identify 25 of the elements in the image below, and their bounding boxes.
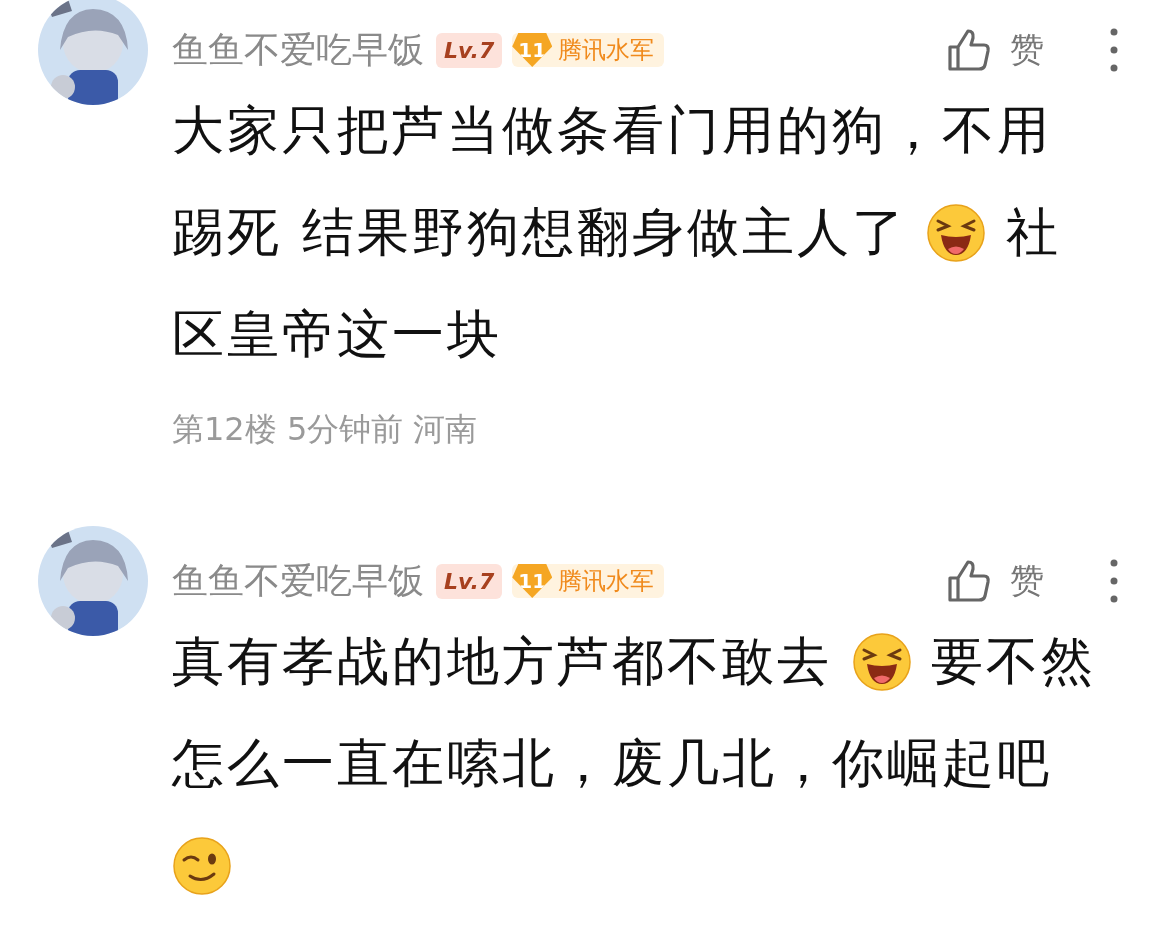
rank-number: 11 (512, 564, 553, 598)
comment-text: 社 (1004, 201, 1061, 264)
user-name[interactable]: 鱼鱼不爱吃早饭 (172, 25, 424, 75)
comment-text: 怎么一直在嗦北，废几北，你崛起吧 (172, 732, 1052, 795)
rank-number: 11 (512, 33, 553, 67)
user-name[interactable]: 鱼鱼不爱吃早饭 (172, 556, 424, 606)
winking-emoji-icon (172, 836, 232, 896)
thumbs-up-icon[interactable] (946, 558, 992, 604)
comment-text: 踢死 结果野狗想翻身做主人了 (172, 201, 908, 264)
thumbs-up-icon[interactable] (946, 27, 992, 73)
comment-text: 大家只把芦当做条看门用的狗，不用 (172, 99, 1052, 162)
like-label[interactable]: 赞 (1010, 558, 1044, 604)
more-icon[interactable] (1110, 28, 1118, 72)
like-label[interactable]: 赞 (1010, 27, 1044, 73)
comment-meta: 第12楼 5分钟前 河南 (172, 409, 479, 450)
rank-title: 腾讯水军 (558, 566, 655, 597)
level-badge: Lv.7 (436, 32, 503, 68)
laughing-emoji-icon (851, 632, 912, 692)
comment-text: 区皇帝这一块 (172, 303, 502, 366)
comment-text: 真有孝战的地方芦都不敢去 (172, 630, 833, 693)
level-badge: Lv.7 (436, 563, 503, 599)
more-icon[interactable] (1110, 559, 1118, 603)
rank-title: 腾讯水军 (558, 35, 655, 66)
laughing-emoji-icon (926, 203, 987, 263)
comment-text: 要不然 (930, 630, 1097, 693)
